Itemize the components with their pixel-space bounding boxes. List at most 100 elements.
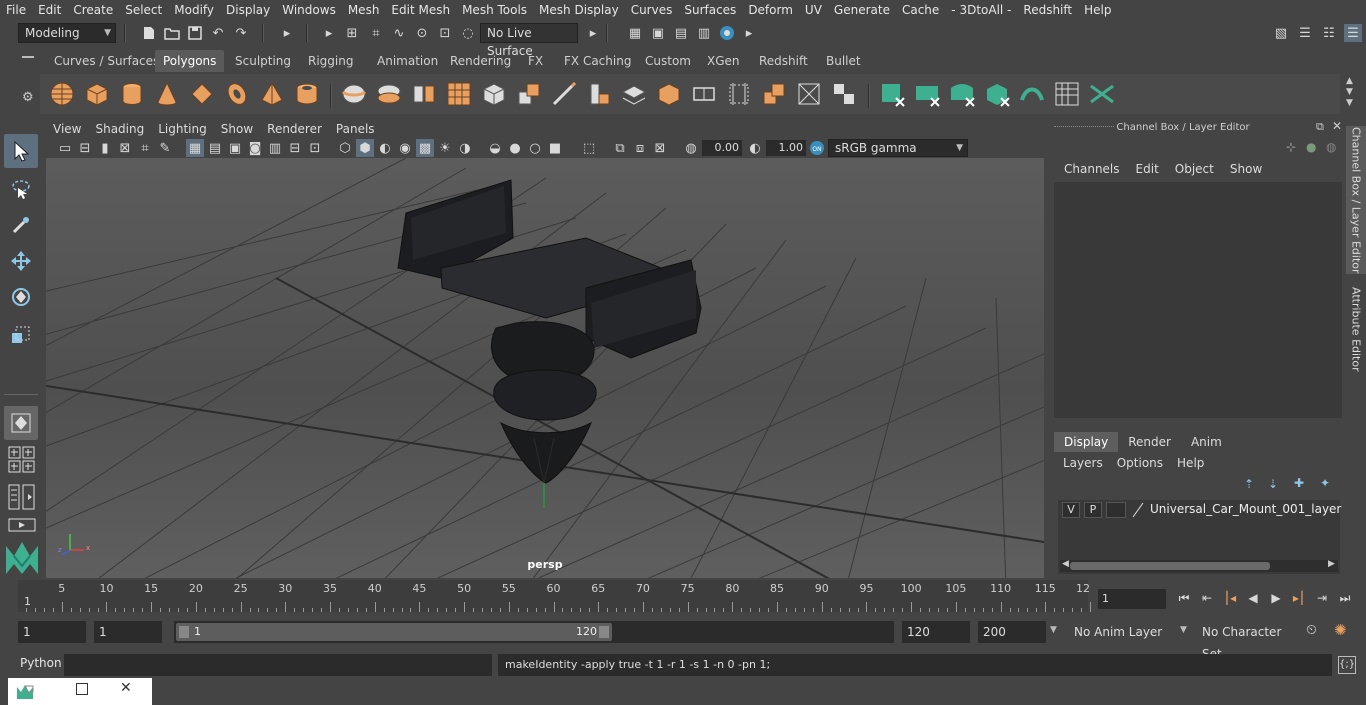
char-set-dropdown-arrow-icon[interactable]: ▼ (1180, 625, 1187, 635)
menu-surfaces[interactable]: Surfaces (678, 0, 742, 20)
menu-windows[interactable]: Windows (276, 0, 342, 20)
combine-icon[interactable] (340, 80, 368, 108)
wireframe-grid-icon[interactable]: ▦ (186, 139, 204, 157)
float-panel-icon[interactable]: ⧉ (1316, 120, 1324, 134)
layer-row[interactable]: V P Universal_Car_Mount_001_layer (1058, 500, 1341, 520)
menu-uv[interactable]: UV (799, 0, 828, 20)
menu-generate[interactable]: Generate (828, 0, 896, 20)
anim-layer-dropdown-arrow-icon[interactable]: ▼ (1050, 625, 1057, 635)
separate-icon[interactable] (375, 80, 403, 108)
command-input[interactable] (64, 654, 492, 676)
smooth-icon[interactable] (445, 80, 473, 108)
poly-cube-icon[interactable] (83, 80, 111, 108)
step-forward-frame-icon[interactable]: ▸⎮ (1289, 588, 1309, 608)
shelf-scroll-arrows-icon[interactable]: ▲ ▼ ▼ (1346, 76, 1353, 109)
range-slider-handle[interactable]: 1 120 (176, 623, 612, 641)
isolate-select-icon[interactable]: ⬚ (580, 139, 598, 157)
anim-prefs-icon[interactable]: ⏲ (1306, 622, 1317, 638)
tab-channel-box-layer-editor[interactable]: Channel Box / Layer Editor (1346, 126, 1366, 274)
play-forwards-icon[interactable]: ▶ (1266, 588, 1286, 608)
custom-tool-1-icon[interactable] (878, 80, 906, 108)
safe-action-icon[interactable]: ▥ (266, 139, 284, 157)
viewport-menu-show[interactable]: Show (214, 122, 260, 136)
image-plane-icon[interactable]: ⊠ (116, 139, 134, 157)
target-weld-icon[interactable] (585, 80, 613, 108)
range-start-grip[interactable] (179, 626, 189, 638)
single-view-layout-icon[interactable] (4, 406, 38, 440)
maximize-icon[interactable] (76, 683, 88, 695)
menu-curves[interactable]: Curves (625, 0, 679, 20)
menu-help[interactable]: Help (1078, 0, 1117, 20)
exposure-field[interactable]: 0.00 (702, 140, 742, 156)
play-backwards-icon[interactable]: ◀ (1243, 588, 1263, 608)
render-frame-icon[interactable]: ▣ (649, 24, 667, 42)
menu-display[interactable]: Display (220, 0, 276, 20)
layer-tab-display[interactable]: Display (1054, 432, 1119, 452)
poly-sphere-icon[interactable] (48, 80, 76, 108)
shelf-tab-fx-caching[interactable]: FX Caching (556, 50, 639, 72)
exposure-icon[interactable]: ◍ (682, 139, 700, 157)
poly-torus-icon[interactable] (223, 80, 251, 108)
extrude-icon[interactable] (515, 80, 543, 108)
move-layer-down-icon[interactable]: ⇣ (1268, 477, 1278, 491)
four-view-layout-icon[interactable] (8, 446, 36, 474)
auto-key-icon[interactable]: ✺ (1334, 621, 1347, 639)
anti-alias-icon[interactable]: ○ (526, 139, 544, 157)
backface-icon[interactable]: ⊠ (651, 139, 669, 157)
layout-uv-icon[interactable] (830, 80, 858, 108)
planar-map-icon[interactable] (725, 80, 753, 108)
grid-toggle-icon[interactable]: ⌗ (136, 139, 154, 157)
color-management-icon[interactable]: ON (808, 139, 826, 157)
layer-scroll-thumb[interactable] (1070, 562, 1270, 570)
layer-menu-options[interactable]: Options (1110, 456, 1170, 470)
shadows-icon[interactable]: ◑ (456, 139, 474, 157)
camera-attributes-icon[interactable]: ⊟ (76, 139, 94, 157)
shelf-tab-rendering[interactable]: Rendering (442, 50, 519, 72)
shelf-tab-rigging[interactable]: Rigging (300, 50, 361, 72)
layer-menu-help[interactable]: Help (1170, 456, 1211, 470)
shelf-tab-animation[interactable]: Animation (369, 50, 446, 72)
layer-tab-render[interactable]: Render (1118, 432, 1181, 452)
layer-color-swatch[interactable] (1132, 502, 1144, 518)
custom-tool-5-icon[interactable] (1018, 80, 1046, 108)
layer-playback-toggle[interactable]: P (1084, 502, 1102, 518)
hypershade-icon[interactable] (718, 24, 736, 42)
use-all-lights-icon[interactable]: ☀ (436, 139, 454, 157)
paint-select-tool-icon[interactable] (4, 208, 38, 242)
shelf-tab-curves-surfaces[interactable]: Curves / Surfaces (46, 50, 167, 72)
channel-menu-channels[interactable]: Channels (1056, 162, 1128, 176)
viewport-menu-view[interactable]: View (46, 122, 88, 136)
ambient-occlusion-icon[interactable]: ◒ (486, 139, 504, 157)
workspace-icon[interactable]: ▧ (1272, 24, 1290, 42)
layer-display-type-toggle[interactable] (1106, 502, 1126, 518)
menu-deform[interactable]: Deform (742, 0, 799, 20)
close-icon[interactable]: ✕ (120, 680, 132, 696)
time-slider[interactable]: 5 10 15 20 25 30 35 40 45 50 55 60 65 70 75 80 85 90 95 100… (18, 580, 1091, 612)
graph-layout-icon[interactable] (8, 518, 36, 532)
undo-icon[interactable]: ↶ (209, 24, 227, 42)
channel-list-area[interactable] (1054, 182, 1342, 418)
live-surface-field[interactable]: No Live Surface (480, 23, 578, 58)
fill-hole-icon[interactable] (655, 80, 683, 108)
move-tool-icon[interactable] (4, 244, 38, 278)
shelf-tab-fx[interactable]: FX (520, 50, 551, 72)
gate-mask-icon[interactable]: ▣ (226, 139, 244, 157)
menu-mesh-display[interactable]: Mesh Display (533, 0, 625, 20)
anim-layer-dropdown[interactable]: No Anim Layer (1068, 621, 1178, 643)
shelf-settings-gear-icon[interactable]: ⚙ (22, 90, 34, 105)
animation-start-field[interactable]: 1 (18, 621, 86, 643)
viewport-menu-renderer[interactable]: Renderer (260, 122, 329, 136)
mode-selector[interactable]: Modeling ▼ (18, 23, 116, 43)
ipr-render-icon[interactable]: ▤ (672, 24, 690, 42)
collapse-arrow-icon[interactable]: ▸ (320, 24, 338, 42)
uv-editor-icon[interactable] (690, 80, 718, 108)
poly-plane-icon[interactable] (188, 80, 216, 108)
menu-mesh-tools[interactable]: Mesh Tools (456, 0, 533, 20)
command-language-label[interactable]: Python (20, 656, 62, 670)
gamma-field[interactable]: 1.00 (766, 140, 806, 156)
automatic-map-icon[interactable] (795, 80, 823, 108)
xray-joints-icon[interactable]: ⧉ (611, 139, 629, 157)
shelf-tab-sculpting[interactable]: Sculpting (227, 50, 299, 72)
custom-tool-4-icon[interactable] (983, 80, 1011, 108)
default-lighting-icon[interactable]: ◐ (376, 139, 394, 157)
